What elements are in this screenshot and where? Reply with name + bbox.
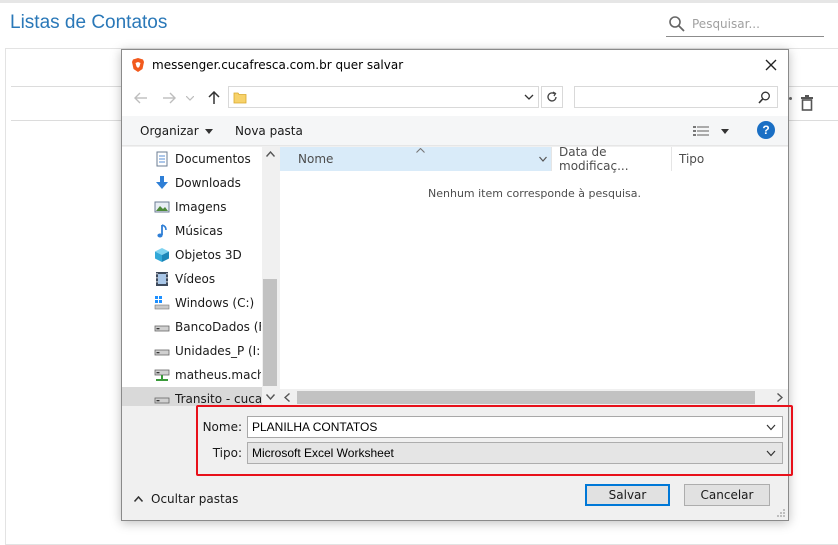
- search-placeholder: Pesquisar...: [692, 17, 760, 31]
- caret-down-icon: [721, 128, 729, 134]
- brave-logo-icon: [132, 58, 144, 72]
- new-folder-button[interactable]: Nova pasta: [235, 124, 303, 138]
- tree-item-windows-c[interactable]: Windows (C:): [122, 291, 262, 315]
- tree-item-transito[interactable]: Transito - cuca i: [122, 387, 262, 406]
- column-type[interactable]: Tipo: [672, 147, 789, 171]
- hide-folders-label: Ocultar pastas: [151, 492, 239, 506]
- trash-icon[interactable]: [800, 95, 814, 111]
- help-button[interactable]: ?: [757, 121, 775, 139]
- windows-drive-icon: [154, 296, 170, 310]
- dialog-toolbar: Organizar Nova pasta ?: [122, 116, 788, 146]
- pictures-icon: [154, 201, 170, 213]
- search-input[interactable]: [574, 86, 778, 108]
- tree-item-label: Documentos: [175, 152, 251, 166]
- drive-icon: [154, 397, 170, 404]
- tree-item-label: Unidades_P (I:): [175, 344, 261, 358]
- highlight-box: [196, 405, 793, 476]
- documents-icon: [156, 151, 168, 167]
- close-icon: [765, 59, 777, 71]
- view-list-icon: [693, 126, 709, 136]
- tree-item-unidades-p[interactable]: Unidades_P (I:): [122, 339, 262, 363]
- search-icon: [758, 91, 770, 104]
- tree-item-label: BancoDados (F:): [175, 320, 261, 334]
- close-button[interactable]: [760, 54, 782, 76]
- tree-item-downloads[interactable]: Downloads: [122, 171, 262, 195]
- chevron-down-icon: [186, 95, 194, 101]
- cancel-button[interactable]: Cancelar: [684, 484, 770, 506]
- dialog-title: messenger.cucafresca.com.br quer salvar: [152, 58, 404, 72]
- tree-item-label: Vídeos: [175, 272, 216, 286]
- chevron-up-icon: [134, 496, 143, 502]
- sort-ascending-icon: [416, 148, 425, 153]
- refresh-button[interactable]: [541, 86, 563, 108]
- tree-item-bancodados[interactable]: BancoDados (F:): [122, 315, 262, 339]
- dot-icon: [789, 97, 792, 100]
- tree-item-documents[interactable]: Documentos: [122, 147, 262, 171]
- chevron-left-icon[interactable]: [284, 393, 290, 402]
- column-name[interactable]: Nome: [280, 147, 552, 171]
- navigation-tree: Documentos Downloads Imagens Músicas Obj…: [122, 147, 279, 406]
- save-button[interactable]: Salvar: [585, 484, 670, 506]
- tree-item-label: Objetos 3D: [175, 248, 242, 262]
- network-drive-icon: [154, 369, 170, 381]
- chevron-down-icon[interactable]: [266, 394, 275, 400]
- tree-scrollbar[interactable]: [262, 147, 279, 406]
- tree-item-label: matheus.macha: [175, 368, 261, 382]
- recent-locations-button[interactable]: [184, 89, 196, 107]
- tree-item-label: Windows (C:): [175, 296, 255, 310]
- column-name-label: Nome: [298, 152, 334, 166]
- forward-button[interactable]: [160, 89, 178, 107]
- scrollbar-thumb[interactable]: [263, 279, 277, 386]
- folder-icon: [233, 92, 247, 104]
- tree-item-label: Imagens: [175, 200, 227, 214]
- scrollbar-thumb[interactable]: [297, 391, 755, 404]
- organize-menu[interactable]: Organizar: [140, 124, 213, 138]
- tree-item-label: Músicas: [175, 224, 223, 238]
- background-search[interactable]: Pesquisar...: [666, 12, 824, 37]
- tree-item-label: Downloads: [175, 176, 241, 190]
- organize-label: Organizar: [140, 124, 199, 138]
- resize-grip-icon[interactable]: [776, 508, 786, 518]
- chevron-down-icon[interactable]: [539, 156, 547, 162]
- view-options-button[interactable]: [693, 124, 731, 138]
- tree-item-music[interactable]: Músicas: [122, 219, 262, 243]
- tree-item-pictures[interactable]: Imagens: [122, 195, 262, 219]
- tree-item-network-drive[interactable]: matheus.macha: [122, 363, 262, 387]
- file-list: Nome Data de modificaç... Tipo Nenhum it…: [279, 145, 789, 406]
- downloads-icon: [156, 176, 168, 189]
- column-date[interactable]: Data de modificaç...: [552, 145, 672, 173]
- navigation-bar: [122, 80, 788, 116]
- refresh-icon: [547, 91, 557, 102]
- address-bar[interactable]: [228, 86, 539, 108]
- page-title: Listas de Contatos: [10, 12, 168, 33]
- empty-message: Nenhum item corresponde à pesquisa.: [428, 187, 641, 200]
- music-icon: [157, 224, 167, 238]
- tree-item-videos[interactable]: Vídeos: [122, 267, 262, 291]
- column-header: Nome Data de modificaç... Tipo: [280, 145, 789, 173]
- videos-icon: [156, 272, 168, 286]
- drive-icon: [154, 325, 170, 332]
- hide-folders-toggle[interactable]: Ocultar pastas: [134, 492, 238, 506]
- back-button[interactable]: [132, 89, 150, 107]
- tree-item-label: Transito - cuca i: [175, 392, 261, 406]
- chevron-up-icon[interactable]: [266, 151, 275, 157]
- dialog-titlebar: messenger.cucafresca.com.br quer salvar: [122, 50, 788, 80]
- arrow-right-icon: [163, 92, 176, 104]
- up-button[interactable]: [205, 89, 223, 107]
- objects-3d-icon: [155, 248, 169, 262]
- tree-item-objects-3d[interactable]: Objetos 3D: [122, 243, 262, 267]
- drive-icon: [154, 349, 170, 356]
- chevron-down-icon[interactable]: [524, 92, 534, 102]
- top-border: [0, 0, 838, 3]
- arrow-up-icon: [208, 91, 220, 104]
- horizontal-scrollbar[interactable]: [279, 389, 788, 406]
- chevron-right-icon[interactable]: [777, 393, 783, 402]
- search-icon: [669, 16, 685, 32]
- arrow-left-icon: [134, 92, 147, 104]
- caret-down-icon: [204, 128, 213, 134]
